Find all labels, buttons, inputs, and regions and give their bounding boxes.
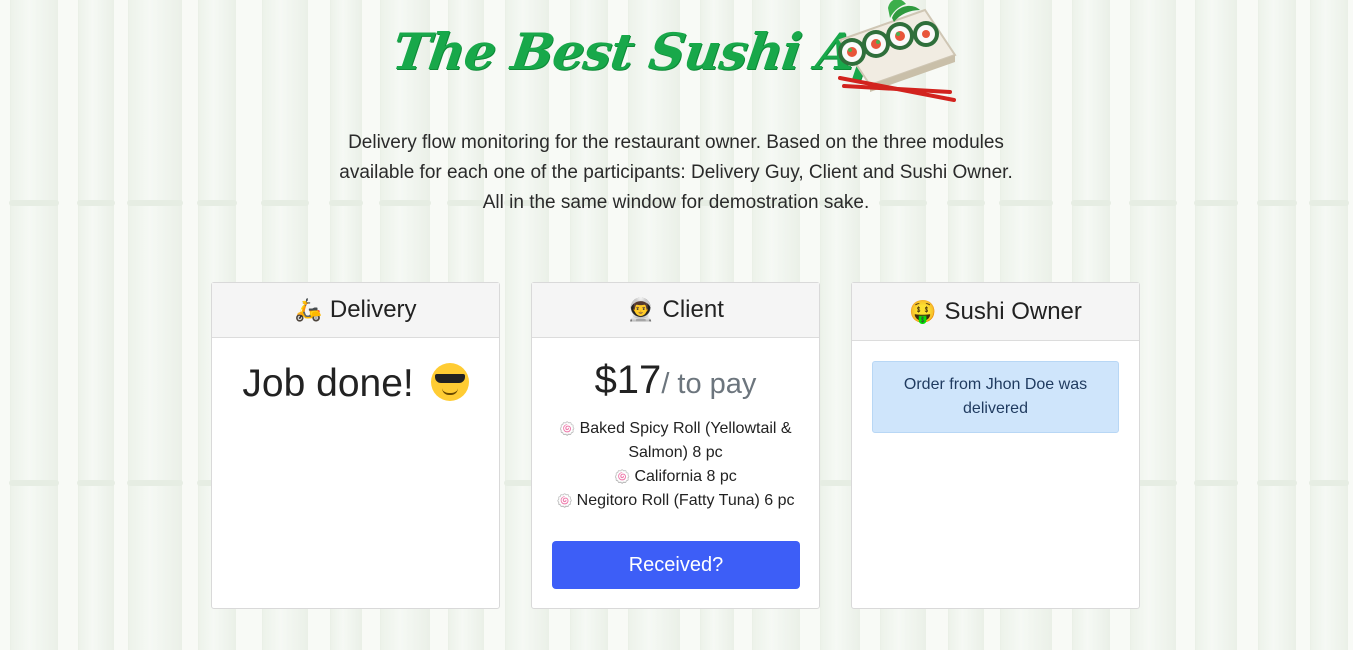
sushi-logo-icon: [838, 0, 957, 102]
fish-cake-icon: 🍥: [556, 493, 573, 508]
delivery-card-title: Delivery: [329, 296, 417, 323]
money-mouth-face-icon: 🤑: [909, 298, 937, 324]
order-items-list: 🍥 Baked Spicy Roll (Yellowtail & Salmon) …: [532, 417, 819, 513]
owner-card: 🤑 Sushi Owner Order from Jhon Doe was de…: [851, 282, 1140, 609]
price-suffix: / to pay: [661, 368, 757, 400]
sunglasses-face-icon: [430, 362, 469, 401]
list-item: 🍥 Baked Spicy Roll (Yellowtail & Salmon) …: [559, 420, 792, 461]
list-item: 🍥 Negitoro Roll (Fatty Tuna) 6 pc: [556, 492, 795, 509]
delivery-card-header: 🛵 Delivery: [212, 283, 499, 338]
price-amount: $17: [594, 358, 662, 402]
app-description: Delivery flow monitoring for the restaur…: [339, 132, 1013, 213]
owner-card-header: 🤑 Sushi Owner: [852, 283, 1139, 341]
page-header: The Best Sushi App: [0, 0, 1353, 110]
astronaut-icon: 👨‍🚀: [627, 297, 655, 322]
delivery-status-text: Job done!: [242, 362, 414, 405]
fish-cake-icon: 🍥: [614, 469, 631, 484]
owner-card-title: Sushi Owner: [944, 297, 1082, 325]
delivery-status: Job done!: [212, 362, 499, 406]
list-item: 🍥 California 8 pc: [614, 468, 737, 485]
fish-cake-icon: 🍥: [559, 421, 576, 436]
client-card-header: 👨‍🚀 Client: [532, 283, 819, 338]
client-card-title: Client: [662, 296, 724, 323]
client-price: $17/ to pay: [532, 358, 819, 403]
received-button[interactable]: Received?: [552, 541, 800, 589]
delivery-card: 🛵 Delivery Job done!: [211, 282, 500, 609]
delivery-alert: Order from Jhon Doe was delivered: [872, 361, 1119, 433]
client-card: 👨‍🚀 Client $17/ to pay 🍥 Baked Spicy Roll…: [531, 282, 820, 609]
scooter-icon: 🛵: [294, 297, 322, 322]
